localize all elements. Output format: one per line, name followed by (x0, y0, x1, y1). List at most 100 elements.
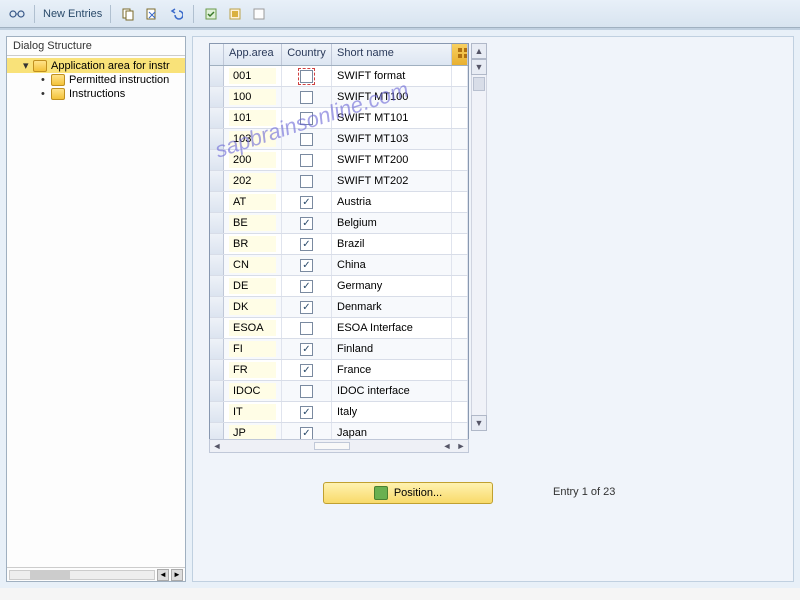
configure-columns-icon[interactable] (452, 44, 468, 65)
row-selector[interactable] (210, 381, 224, 401)
country-checkbox[interactable] (300, 322, 313, 335)
tree-node-permitted-instruction[interactable]: • Permitted instruction (7, 73, 185, 87)
select-all-header[interactable] (210, 44, 224, 65)
cell-short-name[interactable]: SWIFT MT200 (332, 150, 452, 170)
row-selector[interactable] (210, 297, 224, 317)
country-checkbox[interactable] (300, 91, 313, 104)
collapse-icon[interactable]: ▾ (23, 59, 33, 72)
column-header-country[interactable]: Country (282, 44, 332, 65)
cell-app-area[interactable]: DE (224, 276, 282, 296)
country-checkbox[interactable] (300, 217, 313, 230)
row-selector[interactable] (210, 276, 224, 296)
cell-short-name[interactable]: Finland (332, 339, 452, 359)
country-checkbox[interactable] (300, 406, 313, 419)
cell-short-name[interactable]: China (332, 255, 452, 275)
country-checkbox[interactable] (300, 280, 313, 293)
position-button[interactable]: Position... (323, 482, 493, 504)
select-all-icon[interactable] (202, 5, 220, 23)
row-selector[interactable] (210, 213, 224, 233)
cell-app-area[interactable]: FR (224, 360, 282, 380)
cell-short-name[interactable]: SWIFT MT202 (332, 171, 452, 191)
deselect-all-icon[interactable] (250, 5, 268, 23)
cell-app-area[interactable]: ESOA (224, 318, 282, 338)
scrollbar-thumb[interactable] (30, 571, 70, 579)
row-selector[interactable] (210, 129, 224, 149)
delete-icon[interactable] (143, 5, 161, 23)
glasses-icon[interactable] (8, 5, 26, 23)
scrollbar-track[interactable] (9, 570, 155, 580)
cell-app-area[interactable]: 202 (224, 171, 282, 191)
cell-short-name[interactable]: Italy (332, 402, 452, 422)
row-selector[interactable] (210, 192, 224, 212)
country-checkbox[interactable] (300, 154, 313, 167)
cell-short-name[interactable]: SWIFT MT103 (332, 129, 452, 149)
row-selector[interactable] (210, 108, 224, 128)
row-selector[interactable] (210, 171, 224, 191)
country-checkbox[interactable] (300, 427, 313, 440)
table-h-scrollbar[interactable]: ◄ ◄ ► (209, 439, 469, 453)
cell-app-area[interactable]: IDOC (224, 381, 282, 401)
scrollbar-thumb[interactable] (473, 77, 485, 91)
cell-app-area[interactable]: 001 (224, 66, 282, 86)
scrollbar-track[interactable] (471, 75, 487, 415)
row-selector[interactable] (210, 360, 224, 380)
scroll-up-icon[interactable]: ▲ (471, 43, 487, 59)
cell-app-area[interactable]: 100 (224, 87, 282, 107)
cell-short-name[interactable]: Germany (332, 276, 452, 296)
cell-short-name[interactable]: SWIFT MT100 (332, 87, 452, 107)
cell-app-area[interactable]: IT (224, 402, 282, 422)
new-entries-button[interactable]: New Entries (43, 8, 102, 20)
country-checkbox[interactable] (300, 112, 313, 125)
cell-short-name[interactable]: SWIFT format (332, 66, 452, 86)
scrollbar-thumb[interactable] (314, 442, 350, 450)
column-header-short-name[interactable]: Short name (332, 44, 452, 65)
country-checkbox[interactable] (300, 196, 313, 209)
undo-icon[interactable] (167, 5, 185, 23)
country-checkbox[interactable] (300, 175, 313, 188)
row-selector[interactable] (210, 87, 224, 107)
cell-short-name[interactable]: Belgium (332, 213, 452, 233)
select-block-icon[interactable] (226, 5, 244, 23)
row-selector[interactable] (210, 255, 224, 275)
cell-app-area[interactable]: CN (224, 255, 282, 275)
cell-app-area[interactable]: 200 (224, 150, 282, 170)
cell-short-name[interactable]: Denmark (332, 297, 452, 317)
row-selector[interactable] (210, 150, 224, 170)
tree-h-scrollbar[interactable]: ◄ ► (7, 567, 185, 581)
tree-node-application-area[interactable]: ▾ Application area for instr (7, 58, 185, 73)
row-selector[interactable] (210, 318, 224, 338)
copy-icon[interactable] (119, 5, 137, 23)
tree-node-instructions[interactable]: • Instructions (7, 87, 185, 101)
country-checkbox[interactable] (300, 238, 313, 251)
cell-short-name[interactable]: SWIFT MT101 (332, 108, 452, 128)
cell-app-area[interactable]: 101 (224, 108, 282, 128)
cell-short-name[interactable]: ESOA Interface (332, 318, 452, 338)
cell-app-area[interactable]: BE (224, 213, 282, 233)
scroll-down-icon[interactable]: ▼ (471, 59, 487, 75)
row-selector[interactable] (210, 66, 224, 86)
scroll-first-icon[interactable]: ◄ (210, 440, 224, 452)
cell-short-name[interactable]: France (332, 360, 452, 380)
country-checkbox[interactable] (300, 301, 313, 314)
country-checkbox[interactable] (300, 364, 313, 377)
scrollbar-track[interactable] (224, 442, 440, 450)
scroll-left-icon[interactable]: ◄ (157, 569, 169, 581)
country-checkbox[interactable] (300, 385, 313, 398)
cell-app-area[interactable]: BR (224, 234, 282, 254)
country-checkbox[interactable] (300, 343, 313, 356)
column-header-app-area[interactable]: App.area (224, 44, 282, 65)
country-checkbox[interactable] (300, 70, 313, 83)
cell-app-area[interactable]: 103 (224, 129, 282, 149)
cell-app-area[interactable]: AT (224, 192, 282, 212)
cell-app-area[interactable]: DK (224, 297, 282, 317)
country-checkbox[interactable] (300, 259, 313, 272)
cell-short-name[interactable]: IDOC interface (332, 381, 452, 401)
row-selector[interactable] (210, 339, 224, 359)
scroll-down-end-icon[interactable]: ▼ (471, 415, 487, 431)
table-v-scrollbar[interactable]: ▲ ▼ ▼ (471, 43, 487, 431)
cell-app-area[interactable]: FI (224, 339, 282, 359)
scroll-right-icon[interactable]: ► (454, 440, 468, 452)
row-selector[interactable] (210, 402, 224, 422)
row-selector[interactable] (210, 234, 224, 254)
scroll-left-icon[interactable]: ◄ (440, 440, 454, 452)
